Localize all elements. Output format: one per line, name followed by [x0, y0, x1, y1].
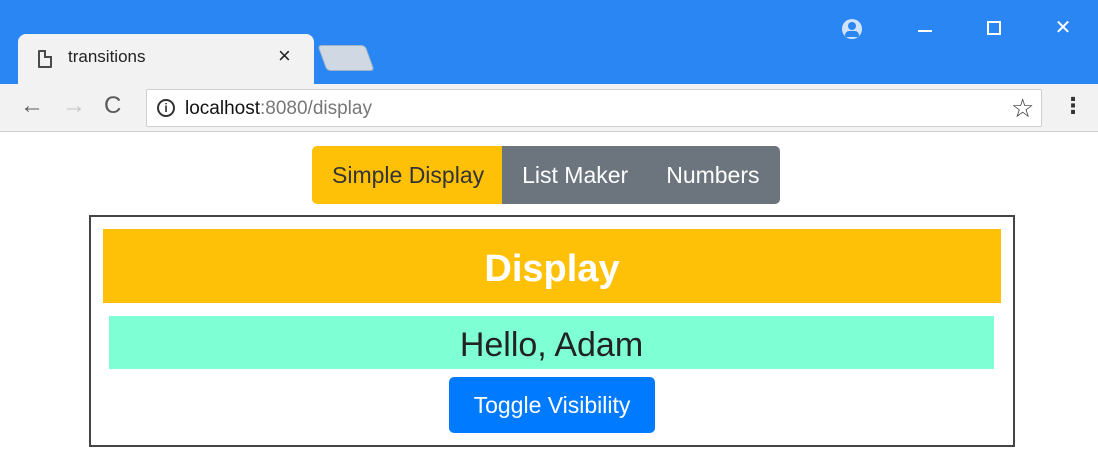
minimize-icon[interactable]	[918, 30, 932, 32]
browser-menu-icon[interactable]: ⋮	[1062, 92, 1084, 120]
nav-button-simple-display[interactable]: Simple Display	[312, 146, 503, 204]
browser-title-bar: transitions × ✕	[0, 0, 1098, 84]
browser-tab[interactable]: transitions ×	[18, 34, 314, 84]
url-path: :8080/display	[260, 98, 372, 119]
info-icon[interactable]: i	[157, 99, 175, 117]
browser-toolbar: ← → C i localhost:8080/display ☆ ⋮	[0, 84, 1098, 132]
window-close-icon[interactable]: ✕	[1048, 16, 1078, 40]
toggle-visibility-button[interactable]: Toggle Visibility	[449, 377, 655, 433]
message-box: Hello, Adam	[109, 316, 994, 369]
profile-icon[interactable]	[842, 19, 862, 39]
tab-title: transitions	[68, 47, 146, 66]
url-host: localhost	[185, 98, 260, 119]
maximize-icon[interactable]	[987, 21, 1001, 35]
reload-icon[interactable]: C	[104, 92, 121, 120]
forward-arrow-icon[interactable]: →	[62, 92, 86, 120]
new-tab-button[interactable]	[317, 45, 375, 71]
nav-button-numbers[interactable]: Numbers	[646, 146, 780, 204]
display-banner: Display	[103, 229, 1001, 303]
page-icon	[38, 50, 52, 68]
bookmark-star-icon[interactable]: ☆	[1011, 93, 1034, 123]
nav-button-list-maker[interactable]: List Maker	[502, 146, 647, 204]
back-arrow-icon[interactable]: ←	[20, 92, 44, 120]
address-bar[interactable]: i localhost:8080/display ☆	[146, 89, 1042, 127]
route-nav-group: Simple Display List Maker Numbers	[312, 146, 780, 204]
tab-close-icon[interactable]: ×	[278, 43, 291, 69]
url-text[interactable]: localhost:8080/display	[185, 98, 372, 120]
